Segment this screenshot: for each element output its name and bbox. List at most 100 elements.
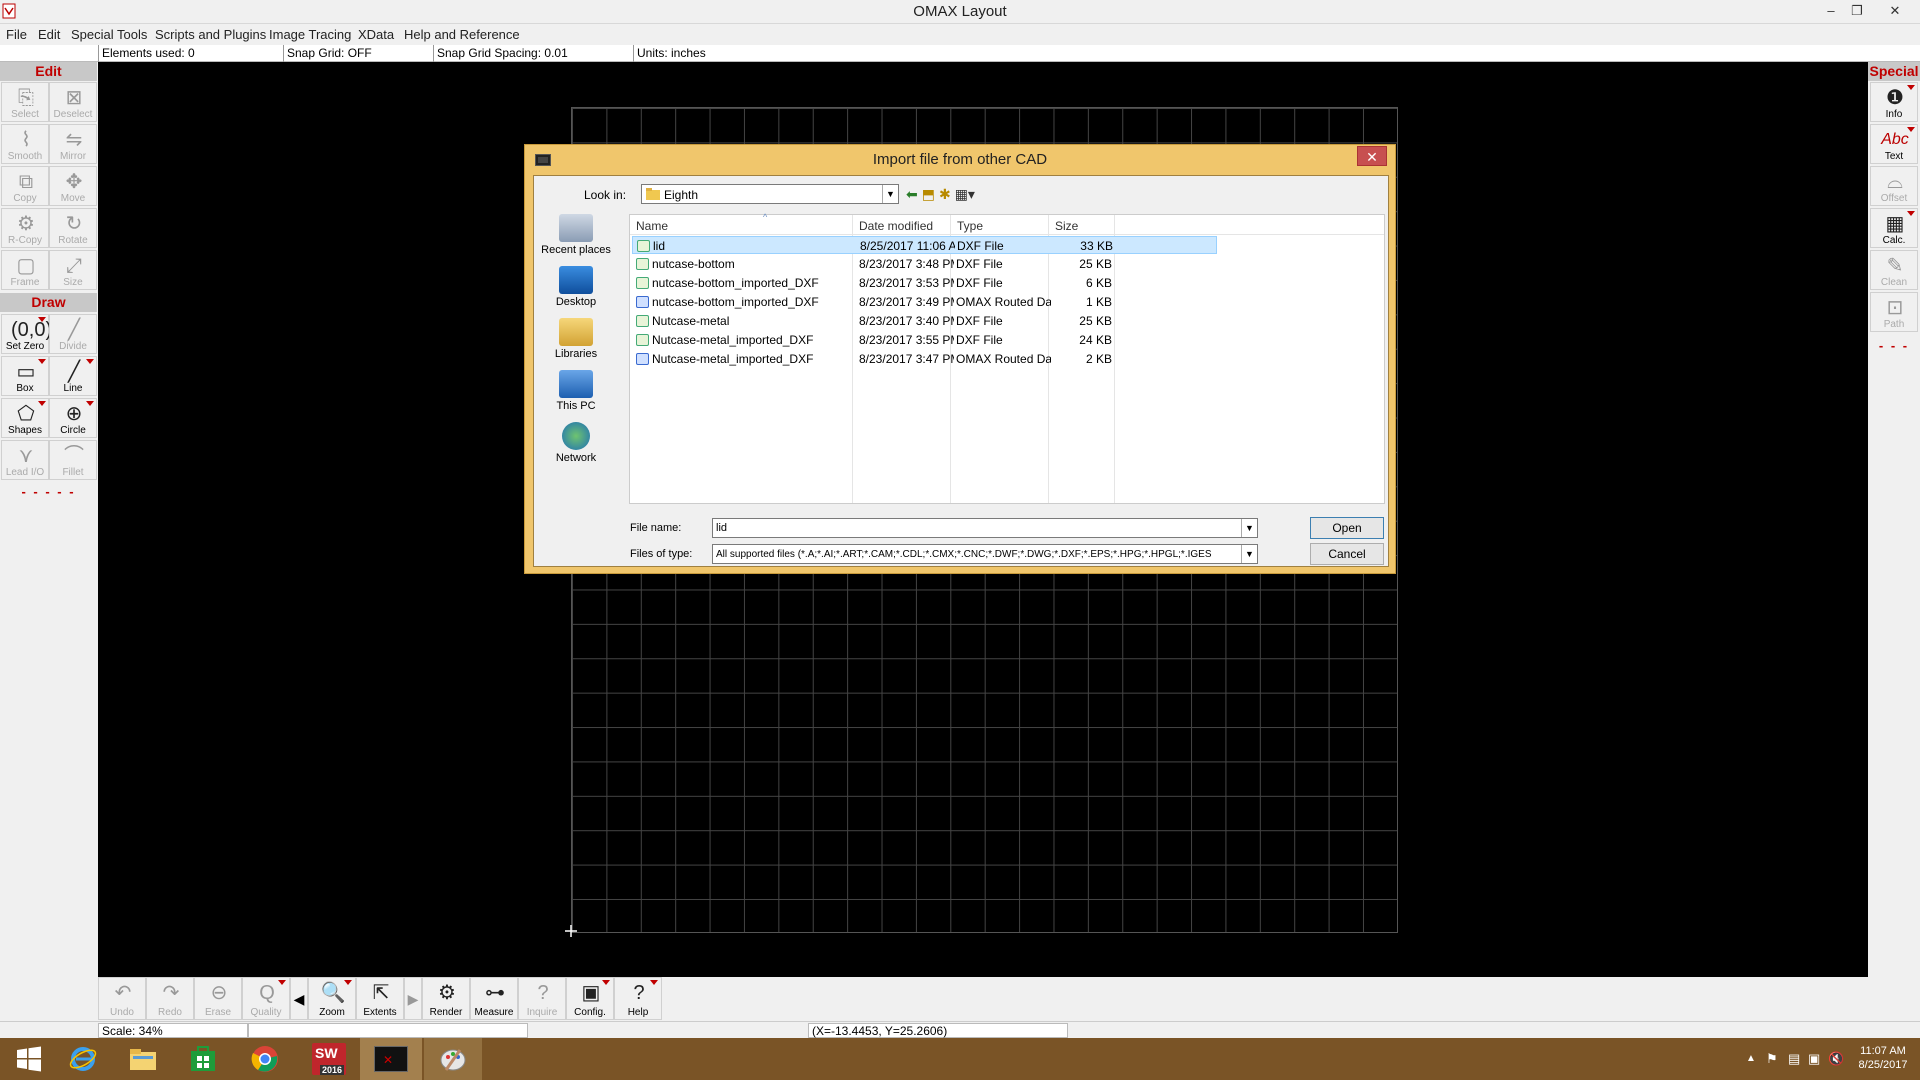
chevron-down-icon[interactable]: ▼: [882, 185, 898, 203]
tool-r-copy-button[interactable]: ⚙ R-Copy: [1, 208, 49, 248]
menu-help[interactable]: Help and Reference: [404, 27, 520, 42]
menu-file[interactable]: File: [6, 27, 27, 42]
tool-frame-button[interactable]: ▢ Frame: [1, 250, 49, 290]
tool-undo-button[interactable]: ↶ Undo: [98, 977, 146, 1020]
taskbar-chrome[interactable]: [236, 1038, 294, 1080]
file-row[interactable]: nutcase-bottom 8/23/2017 3:48 PM DXF File 2…: [632, 255, 1217, 273]
column-name[interactable]: Name: [636, 219, 668, 233]
menu-scripts-plugins[interactable]: Scripts and Plugins: [155, 27, 266, 42]
tool-fillet-button[interactable]: ⌒ Fillet: [49, 440, 97, 480]
file-row[interactable]: Nutcase-metal 8/23/2017 3:40 PM DXF File 25…: [632, 312, 1217, 330]
taskbar-store[interactable]: [174, 1038, 232, 1080]
file-row[interactable]: nutcase-bottom_imported_DXF 8/23/2017 3:4…: [632, 293, 1217, 311]
file-row[interactable]: nutcase-bottom_imported_DXF 8/23/2017 3:5…: [632, 274, 1217, 292]
tool-copy-button[interactable]: ⧉ Copy: [1, 166, 49, 206]
tool-info-button[interactable]: ❶ Info: [1870, 82, 1918, 122]
taskbar-ie[interactable]: [54, 1038, 112, 1080]
file-row[interactable]: Nutcase-metal_imported_DXF 8/23/2017 3:47…: [632, 350, 1217, 368]
file-name-input[interactable]: lid ▼: [712, 518, 1258, 538]
tray-expand-icon[interactable]: ▲: [1746, 1053, 1756, 1064]
tool-measure-button[interactable]: ⊶ Measure: [470, 977, 518, 1020]
tool-lead-i-o-button[interactable]: ⋎ Lead I/O: [1, 440, 49, 480]
taskbar-clock[interactable]: 11:07 AM 8/25/2017: [1852, 1045, 1914, 1071]
tool-quality-button[interactable]: Q Quality: [242, 977, 290, 1020]
tray-volume-icon[interactable]: 🔇: [1828, 1051, 1844, 1067]
menu-xdata[interactable]: XData: [358, 27, 394, 42]
tool-move-button[interactable]: ✥ Move: [49, 166, 97, 206]
place-libraries[interactable]: Libraries: [538, 318, 614, 360]
taskbar-omax-layout[interactable]: ✕: [360, 1038, 422, 1080]
view-menu-icon[interactable]: ▦▾: [955, 186, 975, 203]
snap-grid-spacing[interactable]: Snap Grid Spacing: 0.01: [433, 45, 633, 62]
file-type-select[interactable]: All supported files (*.A;*.AI;*.ART;*.CA…: [712, 544, 1258, 564]
tool-clean-button[interactable]: ✎ Clean: [1870, 250, 1918, 290]
tool-config-button[interactable]: ▣ Config.: [566, 977, 614, 1020]
tool-offset-button[interactable]: ⌓ Offset: [1870, 166, 1918, 206]
menu-special-tools[interactable]: Special Tools: [71, 27, 147, 42]
tool-redo-button[interactable]: ↷ Redo: [146, 977, 194, 1020]
taskbar-paint[interactable]: [424, 1038, 482, 1080]
column-type[interactable]: Type: [957, 219, 983, 233]
look-in-select[interactable]: Eighth ▼: [641, 184, 899, 204]
minimize-button[interactable]: –: [1822, 2, 1840, 20]
tool-render-button[interactable]: ⚙ Render: [422, 977, 470, 1020]
file-row[interactable]: Nutcase-metal_imported_DXF 8/23/2017 3:55…: [632, 331, 1217, 349]
menu-edit[interactable]: Edit: [38, 27, 60, 42]
column-date[interactable]: Date modified: [859, 219, 933, 233]
tool-circle-button[interactable]: ⊕ Circle: [49, 398, 97, 438]
tray-display-icon[interactable]: ▣: [1808, 1051, 1820, 1067]
chevron-down-icon[interactable]: ▼: [1241, 545, 1257, 563]
file-type-cell: DXF File: [956, 276, 1003, 290]
restore-button[interactable]: ❐: [1848, 2, 1866, 20]
tool-mirror-button[interactable]: ⇋ Mirror: [49, 124, 97, 164]
taskbar-file-explorer[interactable]: [114, 1038, 172, 1080]
place-recent[interactable]: Recent places: [538, 214, 614, 256]
clock-date: 8/25/2017: [1858, 1059, 1908, 1071]
new-folder-icon[interactable]: ✱: [939, 186, 951, 203]
tray-flag-icon[interactable]: ⚑: [1766, 1051, 1778, 1067]
tool-path-button[interactable]: ⊡ Path: [1870, 292, 1918, 332]
up-folder-icon[interactable]: ⬒: [922, 186, 935, 203]
tool-help-button[interactable]: ? Help: [614, 977, 662, 1020]
right-panel-more[interactable]: - - -: [1868, 338, 1920, 353]
tool-shapes-button[interactable]: ⬠ Shapes: [1, 398, 49, 438]
back-icon[interactable]: ⬅: [906, 186, 918, 203]
tool-erase-button[interactable]: ⊖ Erase: [194, 977, 242, 1020]
tool-menu-indicator: [1907, 85, 1915, 90]
left-panel-more[interactable]: - - - - -: [0, 484, 97, 499]
menu-image-tracing[interactable]: Image Tracing: [269, 27, 351, 42]
place-desktop[interactable]: Desktop: [538, 266, 614, 308]
dialog-close-button[interactable]: ✕: [1357, 146, 1387, 166]
tool-calc-button[interactable]: ▦ Calc.: [1870, 208, 1918, 248]
tool-zoom-button[interactable]: 🔍 Zoom: [308, 977, 356, 1020]
file-list[interactable]: Name ^ Date modified Type Size lid 8/25/2…: [629, 212, 1385, 504]
tool-box-button[interactable]: ▭ Box: [1, 356, 49, 396]
place-network[interactable]: Network: [538, 422, 614, 464]
start-button[interactable]: [0, 1038, 58, 1080]
tool-extents-button[interactable]: ⇱ Extents: [356, 977, 404, 1020]
zoom-previous-arrow[interactable]: ◀: [290, 977, 308, 1020]
close-button[interactable]: ✕: [1886, 2, 1904, 20]
file-size-cell: 6 KB: [1085, 276, 1112, 290]
taskbar-solidworks[interactable]: SW 2016: [300, 1038, 358, 1080]
tool-text-button[interactable]: Abc Text: [1870, 124, 1918, 164]
chevron-down-icon[interactable]: ▼: [1241, 519, 1257, 537]
file-row[interactable]: lid 8/25/2017 11:06 AMDXF File 33 KB: [632, 236, 1217, 254]
tool-set-zero-button[interactable]: (0,0) Set Zero: [1, 314, 52, 354]
tool-divide-button[interactable]: ╱ Divide: [49, 314, 97, 354]
snap-grid-status[interactable]: Snap Grid: OFF: [283, 45, 433, 62]
units-status[interactable]: Units: inches: [633, 45, 833, 62]
place-this-pc[interactable]: This PC: [538, 370, 614, 412]
tool-select-button[interactable]: ⎘ Select: [1, 82, 49, 122]
tool-deselect-button[interactable]: ⊠ Deselect: [49, 82, 97, 122]
open-button[interactable]: Open: [1310, 517, 1384, 539]
tool-inquire-button[interactable]: ? Inquire: [518, 977, 566, 1020]
tray-network-icon[interactable]: ▤: [1788, 1051, 1800, 1067]
column-size[interactable]: Size: [1055, 219, 1078, 233]
zoom-next-arrow[interactable]: ▶: [404, 977, 422, 1020]
tool-smooth-button[interactable]: ⌇ Smooth: [1, 124, 49, 164]
tool-rotate-button[interactable]: ↻ Rotate: [49, 208, 97, 248]
tool-size-button[interactable]: ⤢ Size: [49, 250, 97, 290]
cancel-button[interactable]: Cancel: [1310, 543, 1384, 565]
tool-line-button[interactable]: ╱ Line: [49, 356, 97, 396]
